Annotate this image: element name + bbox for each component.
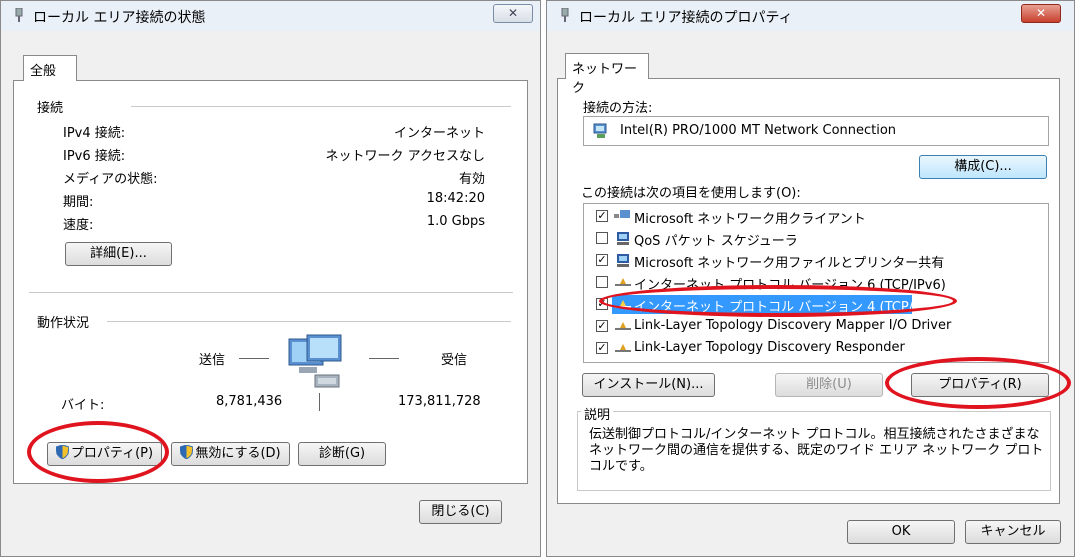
disable-button[interactable]: 無効にする(D) — [171, 442, 290, 466]
ipv4-label: IPv4 接続: — [63, 126, 126, 141]
protocol-icon — [615, 344, 631, 352]
duration-label: 期間: — [63, 195, 94, 210]
bytes-divider — [319, 393, 320, 411]
item-checkbox-file-sharing[interactable]: ✓ — [596, 254, 608, 266]
install-button[interactable]: インストール(N)... — [582, 373, 715, 397]
network-adapter-icon — [593, 123, 607, 138]
protocol-icon — [615, 322, 631, 330]
sent-label: 送信 — [199, 353, 226, 368]
item-properties-button[interactable]: プロパティ(R) — [911, 373, 1049, 397]
ipv6-value: ネットワーク アクセスなし — [325, 149, 485, 164]
status-properties-label: プロパティ(P) — [70, 446, 154, 461]
item-label[interactable]: インターネット プロトコル バージョン 6 (TCP/IPv6) — [634, 274, 946, 293]
sent-line — [239, 358, 269, 359]
item-label[interactable]: Microsoft ネットワーク用クライアント — [634, 208, 866, 227]
description-text: 伝送制御プロトコル/インターネット プロトコル。相互接続されたさまざまなネットワ… — [589, 427, 1044, 474]
connection-divider — [131, 106, 511, 107]
adapter-box: Intel(R) PRO/1000 MT Network Connection — [583, 116, 1049, 146]
uninstall-button: 削除(U) — [775, 373, 883, 397]
ipv6-label: IPv6 接続: — [63, 149, 126, 164]
item-checkbox-lltd-responder[interactable]: ✓ — [596, 342, 608, 354]
description-header: 説明 — [581, 404, 614, 423]
media-state-label: メディアの状態: — [63, 172, 158, 187]
status-titlebar[interactable]: ローカル エリア接続の状態 ✕ — [1, 1, 540, 31]
status-window: ローカル エリア接続の状態 ✕ 全般 接続 IPv4 接続: インターネット I… — [0, 0, 541, 557]
bytes-sent-value: 8,781,436 — [216, 394, 283, 409]
close-button[interactable]: 閉じる(C) — [419, 500, 502, 524]
activity-section-header: 動作状況 — [37, 316, 90, 331]
ipv4-value: インターネット — [393, 126, 485, 141]
received-label: 受信 — [441, 353, 468, 368]
item-checkbox-client[interactable]: ✓ — [596, 210, 608, 222]
connect-using-label: 接続の方法: — [583, 101, 653, 116]
connection-section-header: 接続 — [37, 101, 64, 116]
media-state-value: 有効 — [458, 172, 485, 187]
protocol-icon — [615, 278, 631, 286]
properties-window-title: ローカル エリア接続のプロパティ — [579, 10, 793, 26]
service-icon — [617, 232, 629, 245]
item-label[interactable]: Link-Layer Topology Discovery Mapper I/O… — [634, 318, 951, 333]
bytes-received-value: 173,811,728 — [398, 394, 481, 409]
item-label-selected[interactable]: インターネット プロトコル バージョン 4 (TCP/IPv4) — [634, 296, 946, 315]
ok-button[interactable]: OK — [847, 520, 955, 544]
section-divider — [29, 292, 513, 293]
diagnose-button[interactable]: 診断(G) — [298, 442, 386, 466]
speed-label: 速度: — [63, 218, 94, 233]
adapter-name: Intel(R) PRO/1000 MT Network Connection — [620, 123, 897, 138]
item-checkbox-ipv6[interactable] — [596, 276, 608, 288]
network-client-icon — [614, 210, 630, 218]
items-label: この接続は次の項目を使用します(O): — [581, 186, 801, 201]
items-list[interactable]: ✓ Microsoft ネットワーク用クライアント QoS パケット スケジュー… — [583, 203, 1049, 363]
details-button[interactable]: 詳細(E)... — [65, 242, 172, 266]
bytes-label: バイト: — [61, 398, 105, 413]
item-checkbox-ipv4[interactable]: ✓ — [596, 298, 608, 310]
duration-value: 18:42:20 — [426, 191, 485, 206]
tab-network[interactable]: ネットワーク — [565, 53, 649, 96]
network-computers-icon — [288, 334, 342, 388]
status-close-icon[interactable]: ✕ — [493, 4, 533, 23]
item-checkbox-qos[interactable] — [596, 232, 608, 244]
item-label[interactable]: Link-Layer Topology Discovery Responder — [634, 340, 905, 355]
disable-label: 無効にする(D) — [195, 446, 281, 461]
item-label[interactable]: Microsoft ネットワーク用ファイルとプリンター共有 — [634, 252, 944, 271]
connection-plug-icon — [15, 8, 23, 22]
protocol-icon — [615, 300, 631, 308]
properties-titlebar[interactable]: ローカル エリア接続のプロパティ ✕ — [547, 1, 1074, 31]
properties-window: ローカル エリア接続のプロパティ ✕ ネットワーク 接続の方法: Intel(R… — [546, 0, 1075, 557]
item-checkbox-lltd-mapper[interactable]: ✓ — [596, 320, 608, 332]
status-properties-button[interactable]: プロパティ(P) — [47, 442, 162, 466]
service-icon — [617, 254, 629, 267]
status-window-title: ローカル エリア接続の状態 — [33, 10, 206, 26]
properties-close-icon[interactable]: ✕ — [1021, 4, 1061, 23]
activity-divider — [107, 321, 511, 322]
item-label[interactable]: QoS パケット スケジューラ — [634, 230, 798, 249]
tab-general[interactable]: 全般 — [23, 55, 77, 81]
received-line — [369, 358, 399, 359]
configure-button[interactable]: 構成(C)... — [919, 155, 1047, 179]
speed-value: 1.0 Gbps — [426, 214, 485, 229]
uac-shield-icon — [55, 445, 69, 459]
uac-shield-icon — [180, 445, 194, 459]
connection-plug-icon — [561, 8, 569, 22]
cancel-button[interactable]: キャンセル — [965, 520, 1061, 544]
